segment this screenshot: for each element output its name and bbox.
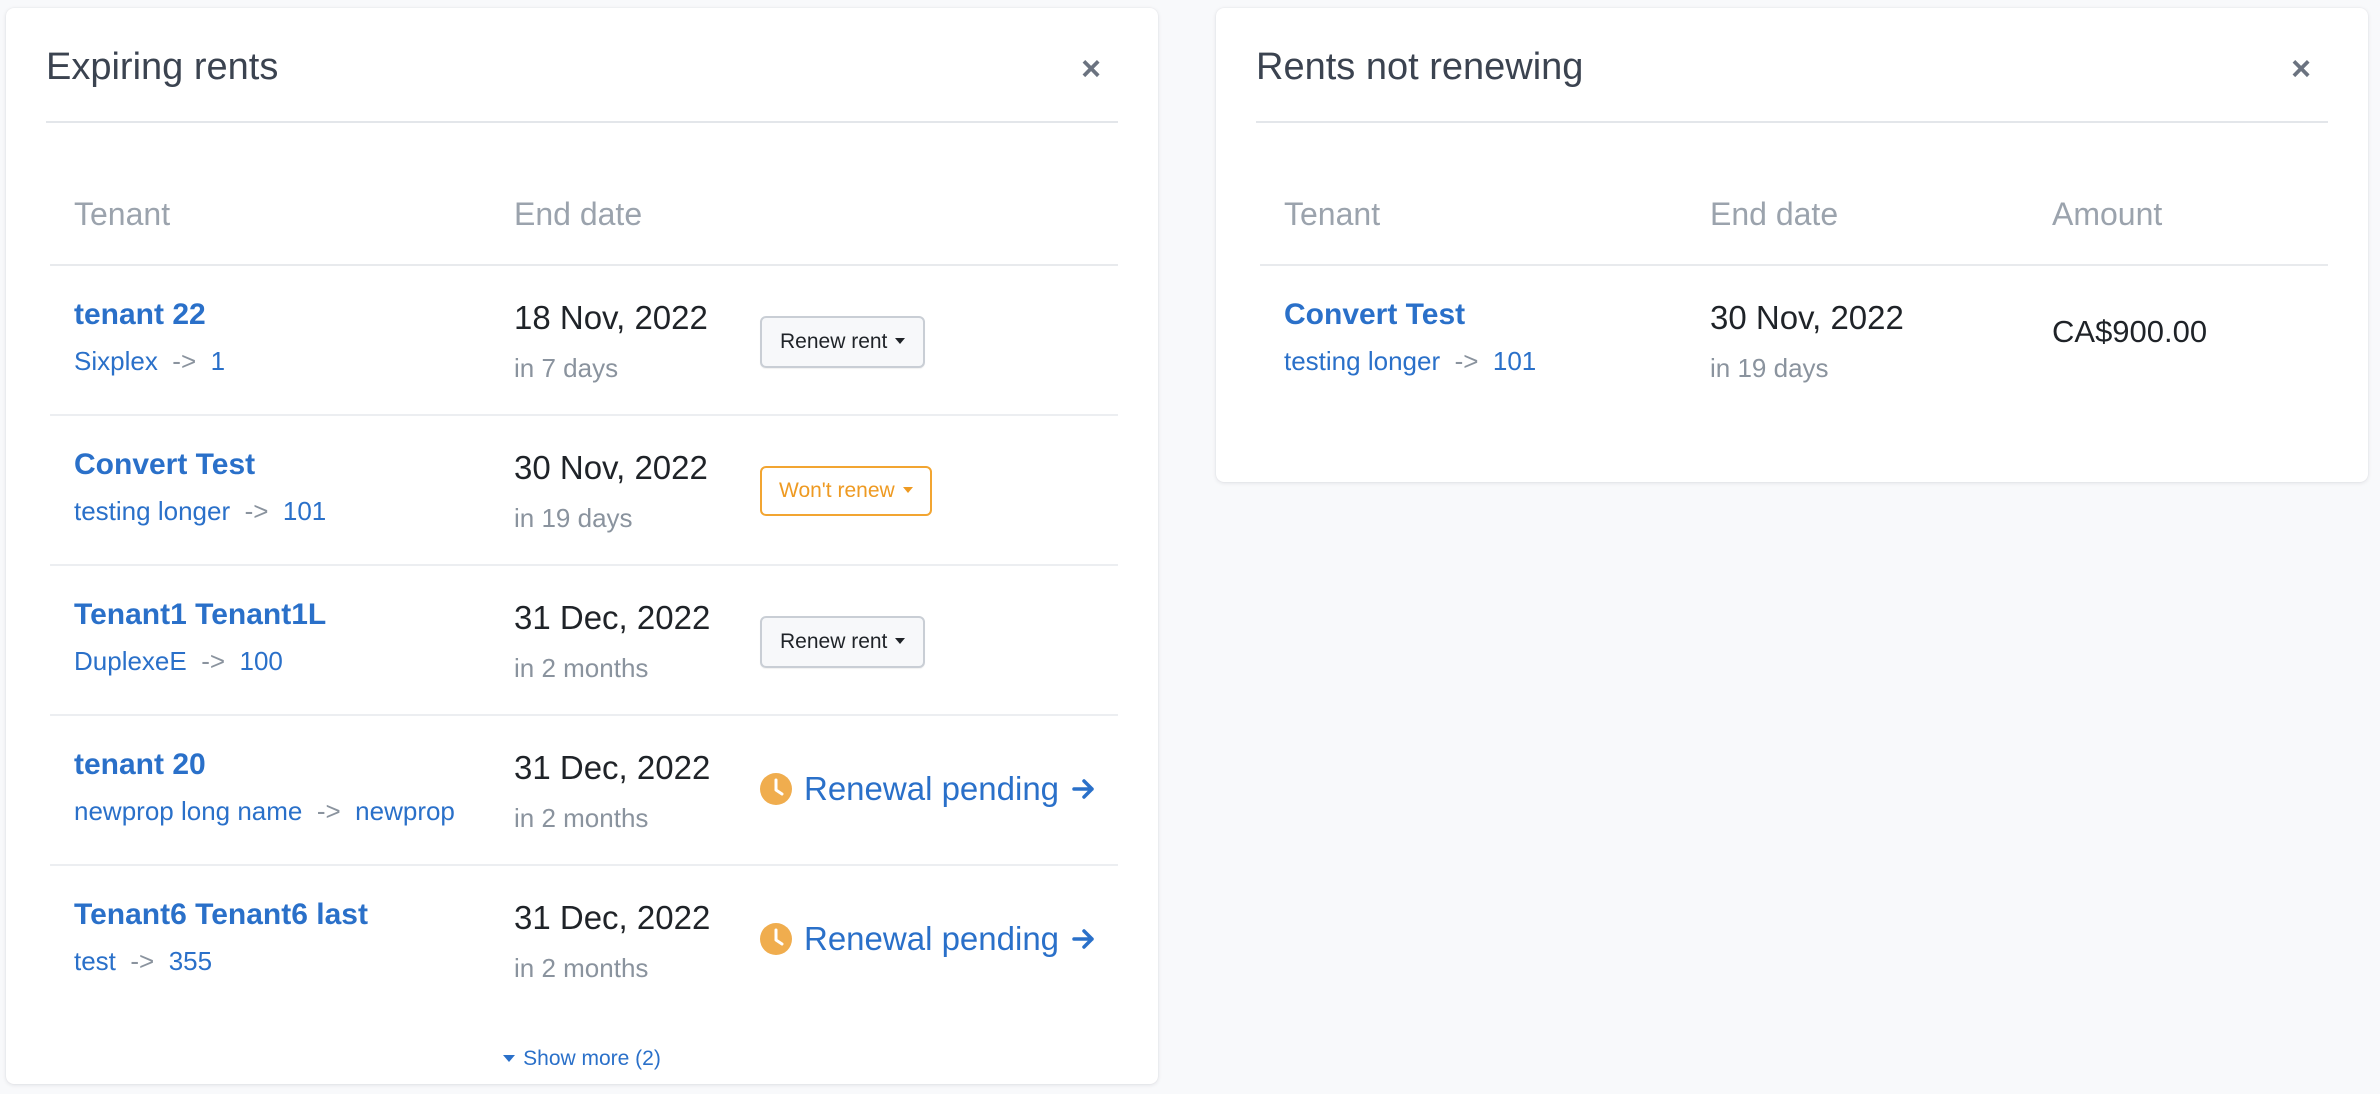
clock-icon <box>760 923 792 955</box>
relative-date: in 2 months <box>514 803 649 833</box>
column-header-tenant: Tenant <box>74 196 171 232</box>
close-icon[interactable]: × <box>2286 52 2316 86</box>
relative-date: in 19 days <box>1710 353 1829 383</box>
property-link[interactable]: newprop long name <box>74 796 302 826</box>
property-link[interactable]: testing longer <box>1284 346 1440 376</box>
unit-link[interactable]: 101 <box>1493 346 1536 376</box>
property-link[interactable]: Sixplex <box>74 346 158 376</box>
caret-down-icon <box>503 1055 516 1062</box>
wont-renew-button[interactable]: Won't renew <box>760 466 932 516</box>
tenant-property: testing longer -> 101 <box>1284 346 1536 377</box>
tenant-property: testing longer -> 101 <box>74 496 326 527</box>
column-header-end-date: End date <box>1710 196 1839 232</box>
arrow-right-icon <box>1072 779 1094 799</box>
end-date: 31 Dec, 2022 <box>514 599 711 636</box>
relative-date: in 7 days <box>514 353 619 383</box>
caret-down-icon <box>895 638 906 644</box>
renew-rent-label: Renew rent <box>780 330 888 353</box>
relative-date: in 19 days <box>514 503 633 533</box>
end-date: 31 Dec, 2022 <box>514 899 711 936</box>
table-row: tenant 22 Sixplex -> 1 18 Nov, 2022 in 7… <box>50 266 1118 416</box>
property-link[interactable]: DuplexeE <box>74 646 187 676</box>
arrow-right-icon <box>1072 929 1094 949</box>
tenant-name-link[interactable]: tenant 22 <box>74 298 206 332</box>
caret-down-icon <box>902 487 913 493</box>
tenant-property: DuplexeE -> 100 <box>74 646 283 677</box>
rents-not-renewing-header: Rents not renewing × <box>1256 8 2328 123</box>
unit-link[interactable]: 101 <box>283 496 326 526</box>
clock-icon <box>760 773 792 805</box>
expiring-rents-card: Expiring rents × Tenant End date tenant … <box>6 8 1158 1084</box>
tenant-property: test -> 355 <box>74 946 212 977</box>
table-header: Tenant End date Amount <box>1260 188 2328 266</box>
expiring-rents-title: Expiring rents <box>46 46 279 88</box>
end-date: 30 Nov, 2022 <box>514 449 708 486</box>
expiring-rents-header: Expiring rents × <box>46 8 1118 123</box>
tenant-property: Sixplex -> 1 <box>74 346 225 377</box>
unit-link[interactable]: 355 <box>169 946 212 976</box>
show-more-label: Show more (2) <box>523 1046 661 1070</box>
separator-arrow: -> <box>123 946 162 976</box>
end-date: 30 Nov, 2022 <box>1710 299 1904 336</box>
tenant-name-link[interactable]: tenant 20 <box>74 748 206 782</box>
unit-link[interactable]: 1 <box>211 346 225 376</box>
column-header-amount: Amount <box>2052 196 2163 232</box>
renew-rent-button[interactable]: Renew rent <box>760 616 926 668</box>
rents-not-renewing-table: Tenant End date Amount Convert Test test… <box>1260 188 2328 416</box>
unit-link[interactable]: 100 <box>240 646 283 676</box>
separator-arrow: -> <box>309 796 348 826</box>
rent-amount: CA$900.00 <box>2052 314 2208 349</box>
expiring-rents-table: Tenant End date tenant 22 Sixplex -> 1 1… <box>50 188 1118 1016</box>
separator-arrow: -> <box>193 646 233 676</box>
separator-arrow: -> <box>237 496 276 526</box>
rents-not-renewing-card: Rents not renewing × Tenant End date Amo… <box>1216 8 2368 482</box>
tenant-name-link[interactable]: Convert Test <box>1284 298 1465 332</box>
table-row: Tenant6 Tenant6 last test -> 355 31 Dec,… <box>50 866 1118 1016</box>
tenant-name-link[interactable]: Tenant1 Tenant1L <box>74 598 326 632</box>
renew-rent-label: Renew rent <box>780 630 888 653</box>
end-date: 31 Dec, 2022 <box>514 749 711 786</box>
rents-not-renewing-title: Rents not renewing <box>1256 46 1584 88</box>
renewal-pending-label: Renewal pending <box>804 920 1060 957</box>
property-link[interactable]: testing longer <box>74 496 230 526</box>
tenant-name-link[interactable]: Tenant6 Tenant6 last <box>74 898 368 932</box>
end-date: 18 Nov, 2022 <box>514 299 708 336</box>
table-row: tenant 20 newprop long name -> newprop 3… <box>50 716 1118 866</box>
show-more-link[interactable]: Show more (2) <box>6 1044 1158 1071</box>
unit-link[interactable]: newprop <box>355 796 455 826</box>
renewal-pending-label: Renewal pending <box>804 770 1060 807</box>
property-link[interactable]: test <box>74 946 116 976</box>
separator-arrow: -> <box>165 346 204 376</box>
renewal-pending-link[interactable]: Renewal pending <box>760 770 1097 808</box>
renew-rent-button[interactable]: Renew rent <box>760 316 926 368</box>
table-row: Convert Test testing longer -> 101 30 No… <box>1260 266 2328 416</box>
tenant-property: newprop long name -> newprop <box>74 796 455 827</box>
separator-arrow: -> <box>1447 346 1486 376</box>
column-header-tenant: Tenant <box>1284 196 1381 232</box>
table-row: Convert Test testing longer -> 101 30 No… <box>50 416 1118 566</box>
caret-down-icon <box>895 338 906 344</box>
wont-renew-label: Won't renew <box>779 479 895 502</box>
table-row: Tenant1 Tenant1L DuplexeE -> 100 31 Dec,… <box>50 566 1118 716</box>
close-icon[interactable]: × <box>1076 52 1106 86</box>
renewal-pending-link[interactable]: Renewal pending <box>760 920 1097 958</box>
table-header: Tenant End date <box>50 188 1118 266</box>
column-header-end-date: End date <box>514 196 643 232</box>
tenant-name-link[interactable]: Convert Test <box>74 448 255 482</box>
relative-date: in 2 months <box>514 953 649 983</box>
relative-date: in 2 months <box>514 653 649 683</box>
